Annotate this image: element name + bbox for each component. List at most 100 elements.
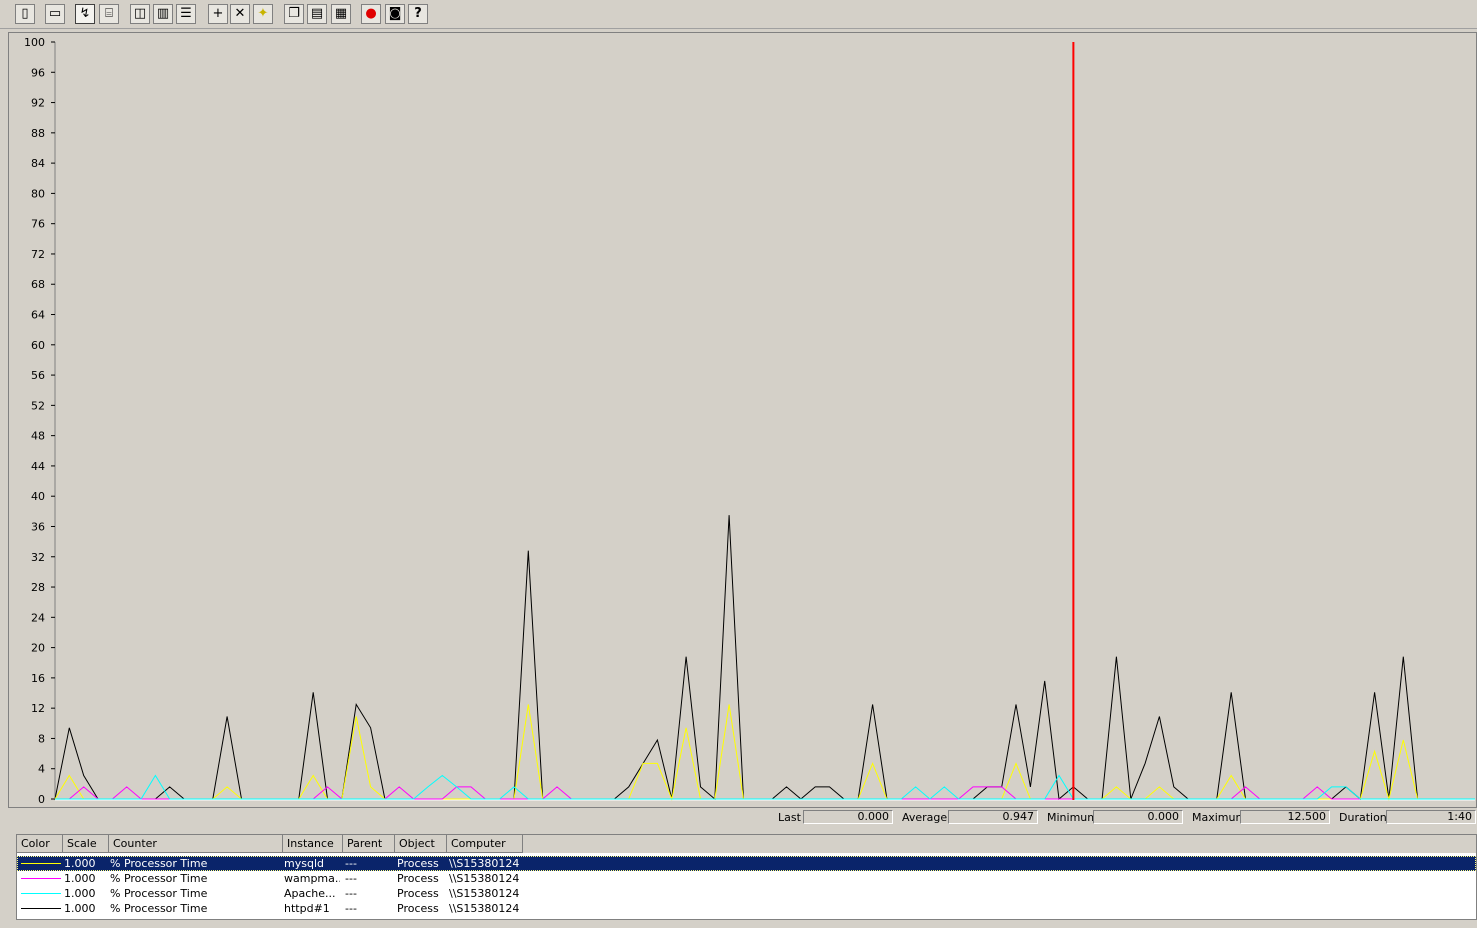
counter-legend: Color Scale Counter Instance Parent Object Com… bbox=[16, 834, 1477, 920]
lightbulb-icon: ✦ bbox=[257, 6, 269, 21]
y-tick-label: 40 bbox=[31, 490, 45, 503]
y-tick-label: 100 bbox=[24, 36, 45, 49]
last-label: Last bbox=[778, 811, 801, 824]
series-color-swatch bbox=[21, 878, 61, 879]
help-button[interactable]: ? bbox=[408, 4, 428, 24]
y-tick-label: 8 bbox=[38, 732, 45, 745]
maximum-label: Maximum bbox=[1192, 811, 1247, 824]
graph-area: 0 4 8 12 16 20 24 28 32 36 40 44 48 52 56 60 64 68 72 76 80 8… bbox=[8, 32, 1477, 808]
legend-computer-cell: \\S15380124 bbox=[449, 902, 520, 915]
y-tick-label: 0 bbox=[38, 793, 45, 806]
y-tick-label: 68 bbox=[31, 278, 45, 291]
legend-parent-cell: --- bbox=[345, 887, 357, 900]
average-label: Average bbox=[902, 811, 948, 824]
y-tick-label: 56 bbox=[31, 369, 45, 382]
series-color-swatch bbox=[21, 908, 61, 909]
column-header-computer[interactable]: Computer bbox=[447, 835, 523, 853]
graph-view-icon: ◫ bbox=[133, 6, 147, 21]
view-log-data-button[interactable]: ⌸ bbox=[99, 4, 119, 24]
series-color-swatch bbox=[21, 893, 61, 894]
clear-display-button[interactable]: ▭ bbox=[45, 4, 65, 24]
series-color-swatch bbox=[21, 863, 61, 864]
y-tick-label: 4 bbox=[38, 763, 45, 776]
y-tick-label: 52 bbox=[31, 399, 45, 412]
legend-instance-cell: Apache... bbox=[284, 887, 336, 900]
y-tick-label: 60 bbox=[31, 339, 45, 352]
update-data-button[interactable]: ◙ bbox=[385, 4, 405, 24]
y-tick-label: 28 bbox=[31, 581, 45, 594]
legend-scale-cell: 1.000 bbox=[64, 902, 96, 915]
y-tick-label: 64 bbox=[31, 309, 45, 322]
legend-object-cell: Process bbox=[397, 902, 439, 915]
y-tick-label: 48 bbox=[31, 430, 45, 443]
y-tick-label: 88 bbox=[31, 127, 45, 140]
current-activity-icon: ↯ bbox=[79, 6, 91, 21]
legend-row[interactable]: 1.000 % Processor Time wampma... --- Process… bbox=[17, 871, 1476, 886]
view-graph-button[interactable]: ◫ bbox=[130, 4, 150, 24]
help-question-icon: ? bbox=[414, 6, 422, 21]
new-counter-set-button[interactable]: ▯ bbox=[15, 4, 35, 24]
freeze-display-button[interactable]: ● bbox=[361, 4, 381, 24]
column-header-object[interactable]: Object bbox=[395, 835, 447, 853]
legend-counter-cell: % Processor Time bbox=[110, 857, 208, 870]
legend-object-cell: Process bbox=[397, 887, 439, 900]
delete-x-icon: ✕ bbox=[234, 6, 246, 21]
y-tick-label: 84 bbox=[31, 157, 45, 170]
y-tick-label: 44 bbox=[31, 460, 45, 473]
y-tick-label: 36 bbox=[31, 520, 45, 533]
legend-counter-cell: % Processor Time bbox=[110, 902, 208, 915]
legend-instance-cell: mysqld bbox=[284, 857, 324, 870]
paste-icon: ▤ bbox=[310, 6, 324, 21]
highlight-button[interactable]: ✦ bbox=[253, 4, 273, 24]
properties-button[interactable]: ▦ bbox=[331, 4, 351, 24]
legend-scale-cell: 1.000 bbox=[64, 887, 96, 900]
legend-row[interactable]: 1.000 % Processor Time httpd#1 --- Process \\… bbox=[17, 901, 1476, 916]
add-counter-button[interactable]: + bbox=[208, 4, 228, 24]
column-header-color[interactable]: Color bbox=[17, 835, 63, 853]
last-value: 0.000 bbox=[803, 810, 893, 824]
new-document-icon: ▯ bbox=[21, 6, 29, 21]
legend-parent-cell: --- bbox=[345, 902, 357, 915]
legend-scale-cell: 1.000 bbox=[64, 857, 96, 870]
legend-computer-cell: \\S15380124 bbox=[449, 857, 520, 870]
legend-row[interactable]: 1.000 % Processor Time Apache... --- Process… bbox=[17, 886, 1476, 901]
legend-object-cell: Process bbox=[397, 857, 439, 870]
y-tick-label: 20 bbox=[31, 642, 45, 655]
duration-label: Duration bbox=[1339, 811, 1387, 824]
legend-instance-cell: wampma... bbox=[284, 872, 340, 885]
y-tick-label: 12 bbox=[31, 702, 45, 715]
maximum-value: 12.500 bbox=[1240, 810, 1330, 824]
legend-computer-cell: \\S15380124 bbox=[449, 872, 520, 885]
histogram-view-icon: ▥ bbox=[156, 6, 170, 21]
column-header-instance[interactable]: Instance bbox=[283, 835, 343, 853]
legend-scale-cell: 1.000 bbox=[64, 872, 96, 885]
series-line bbox=[54, 515, 1475, 801]
legend-counter-cell: % Processor Time bbox=[110, 872, 208, 885]
y-tick-label: 72 bbox=[31, 248, 45, 261]
y-tick-label: 32 bbox=[31, 551, 45, 564]
legend-row[interactable]: 1.000 % Processor Time mysqld --- Process \\S… bbox=[17, 856, 1476, 871]
legend-parent-cell: --- bbox=[345, 872, 357, 885]
log-data-cylinder-icon: ⌸ bbox=[105, 6, 113, 21]
legend-header: Color Scale Counter Instance Parent Object Com… bbox=[17, 835, 1476, 853]
toolbar: ▯ ▭ ↯ ⌸ ◫ ▥ ☰ + ✕ ✦ ❐ ▤ ▦ ● ◙? bbox=[0, 0, 1477, 29]
column-header-counter[interactable]: Counter bbox=[109, 835, 283, 853]
column-header-scale[interactable]: Scale bbox=[63, 835, 109, 853]
view-histogram-button[interactable]: ▥ bbox=[153, 4, 173, 24]
delete-counter-button[interactable]: ✕ bbox=[230, 4, 250, 24]
copy-icon: ❐ bbox=[288, 6, 300, 21]
column-header-parent[interactable]: Parent bbox=[343, 835, 395, 853]
legend-counter-cell: % Processor Time bbox=[110, 887, 208, 900]
copy-properties-button[interactable]: ❐ bbox=[284, 4, 304, 24]
camera-icon: ◙ bbox=[388, 6, 402, 21]
y-tick-label: 16 bbox=[31, 672, 45, 685]
series-line bbox=[55, 786, 1475, 800]
y-tick-label: 76 bbox=[31, 218, 45, 231]
legend-parent-cell: --- bbox=[345, 857, 357, 870]
view-report-button[interactable]: ☰ bbox=[176, 4, 196, 24]
view-current-activity-button[interactable]: ↯ bbox=[75, 4, 95, 24]
stop-circle-icon: ● bbox=[365, 6, 377, 21]
y-tick-label: 92 bbox=[31, 97, 45, 110]
statistics-bar: Last 0.000 Average 0.947 Minimum 0.000 M… bbox=[0, 808, 1477, 828]
paste-counter-list-button[interactable]: ▤ bbox=[307, 4, 327, 24]
